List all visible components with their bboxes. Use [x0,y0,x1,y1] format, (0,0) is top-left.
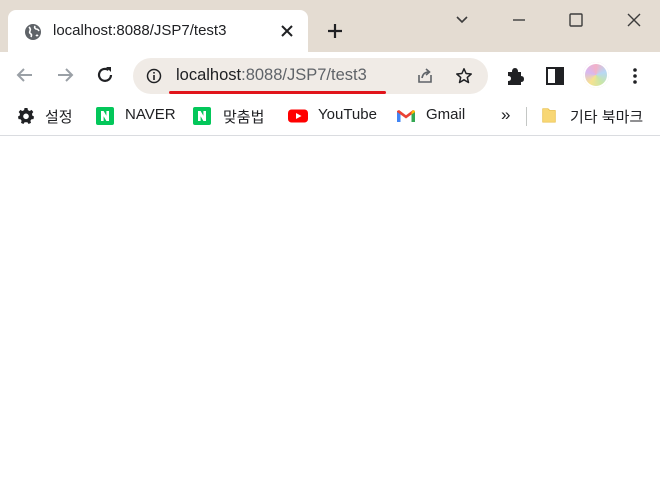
maximize-icon[interactable] [566,10,586,30]
gear-icon [18,108,34,124]
bookmark-label: 설정 [45,109,73,126]
tab-title: localhost:8088/JSP7/test3 [53,22,227,39]
naver-icon [193,107,211,125]
info-icon[interactable] [146,68,162,84]
bookmark-youtube[interactable]: YouTube [288,105,380,127]
url-text[interactable]: localhost:8088/JSP7/test3 [176,66,367,85]
url-highlight-underline [169,91,386,94]
youtube-icon [288,109,308,123]
page-content [0,136,660,480]
bookmark-label: Gmail [426,106,466,123]
url-path: :8088/JSP7/test3 [241,66,367,84]
bookmarks-divider [526,107,527,126]
avatar[interactable] [583,62,609,88]
bookmark-label: 맞춤법 [223,109,265,126]
address-bar[interactable]: localhost:8088/JSP7/test3 [133,58,488,94]
back-arrow-icon[interactable] [15,65,35,85]
bookmark-label: 기타 북마크 [570,109,644,126]
active-tab[interactable]: localhost:8088/JSP7/test3 [8,10,308,52]
bookmark-naver[interactable]: NAVER [96,105,176,127]
naver-icon [96,107,114,125]
plus-icon[interactable] [326,22,344,40]
puzzle-icon[interactable] [505,66,525,86]
bookmark-gmail[interactable]: Gmail [396,105,470,127]
minimize-icon[interactable] [509,10,529,30]
bookmark-other-folder[interactable]: 기타 북마크 [541,105,653,127]
bookmark-spelling[interactable]: 맞춤법 [193,105,271,127]
star-icon[interactable] [455,67,473,85]
forward-arrow-icon[interactable] [55,65,75,85]
side-panel-icon[interactable] [545,66,565,86]
share-icon[interactable] [416,67,434,85]
gmail-icon [397,110,415,122]
close-icon[interactable] [280,24,294,38]
window-close-icon[interactable] [624,10,644,30]
bookmark-label: YouTube [318,106,377,123]
globe-icon [25,24,41,40]
chevron-down-icon[interactable] [452,10,472,30]
bookmark-label: NAVER [125,106,176,123]
folder-icon [542,108,556,123]
kebab-menu-icon[interactable] [625,66,645,86]
bookmarks-bar: 설정 NAVER 맞춤법 YouTube Gmail » 기타 북마크 [0,98,660,136]
title-bar: localhost:8088/JSP7/test3 [0,0,660,52]
reload-icon[interactable] [95,65,115,85]
bookmark-settings[interactable]: 설정 [17,105,79,127]
url-host: localhost [176,66,242,84]
toolbar: localhost:8088/JSP7/test3 [0,52,660,98]
bookmarks-overflow-button[interactable]: » [501,105,510,125]
